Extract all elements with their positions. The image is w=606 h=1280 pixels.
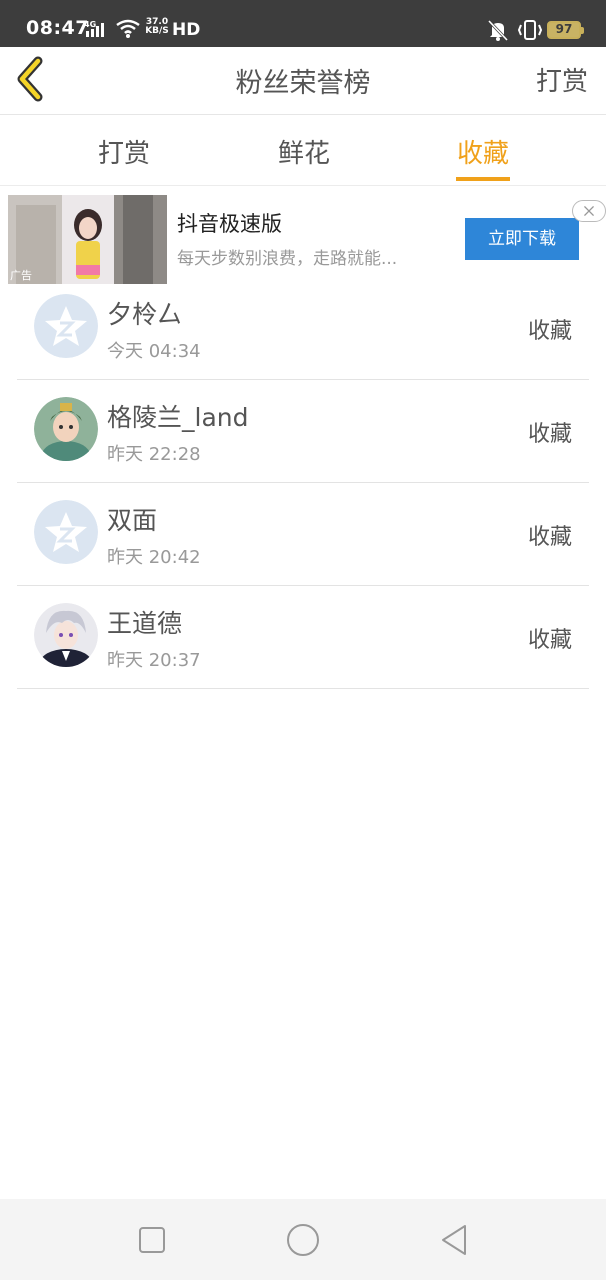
vibrate-icon (517, 20, 543, 40)
tab-label: 收藏 (456, 139, 509, 169)
wifi-icon (116, 19, 140, 38)
list-item[interactable]: 夕柃厶 今天 04:34 收藏 (17, 277, 589, 380)
row-action: 收藏 (527, 525, 572, 550)
tab-label: 打赏 (97, 139, 150, 169)
user-name: 格陵兰_land (107, 403, 249, 432)
list-item[interactable]: 双面 昨天 20:42 收藏 (17, 483, 589, 586)
user-time: 今天 04:34 (107, 341, 201, 362)
hd-label: HD (172, 20, 201, 40)
list-item[interactable]: 王道德 昨天 20:37 收藏 (17, 586, 589, 689)
user-time: 昨天 20:42 (107, 547, 201, 568)
user-avatar (34, 603, 98, 667)
row-action: 收藏 (527, 628, 572, 653)
row-action: 收藏 (527, 422, 572, 447)
active-tab-indicator (456, 177, 510, 181)
tab-flowers[interactable]: 鲜花 (277, 133, 331, 181)
close-icon[interactable] (572, 200, 606, 222)
network-speed: 37.0 KB/S (145, 18, 169, 36)
page-title: 粉丝荣誉榜 (235, 68, 371, 99)
ad-description: 每天步数别浪费，走路就能... (177, 249, 398, 269)
user-name: 王道德 (107, 609, 183, 638)
signal-icon: 4G (84, 20, 104, 37)
app-header: 粉丝荣誉榜 打赏 (0, 47, 606, 115)
tab-bar: 打赏 鲜花 收藏 (0, 115, 606, 186)
tab-reward[interactable]: 打赏 (97, 133, 151, 181)
home-icon[interactable] (286, 1223, 320, 1257)
list-item[interactable]: 格陵兰_land 昨天 22:28 收藏 (17, 380, 589, 483)
ad-image: 广告 (8, 195, 167, 284)
ad-download-button[interactable]: 立即下载 (465, 218, 579, 260)
ad-title: 抖音极速版 (177, 212, 282, 236)
system-nav-bar (0, 1199, 606, 1280)
mute-icon (487, 19, 509, 41)
battery-icon: 97 (547, 21, 584, 39)
user-avatar (34, 397, 98, 461)
svg-text:4G: 4G (84, 20, 96, 29)
tab-label: 鲜花 (277, 139, 330, 169)
default-avatar (34, 294, 98, 358)
user-time: 昨天 22:28 (107, 444, 201, 465)
status-time: 08:47 (26, 17, 89, 39)
user-time: 昨天 20:37 (107, 650, 201, 671)
reward-button[interactable]: 打赏 (536, 61, 588, 98)
tab-favorites[interactable]: 收藏 (456, 133, 510, 181)
battery-level: 97 (555, 22, 573, 36)
default-avatar (34, 500, 98, 564)
ad-banner[interactable]: 广告 抖音极速版 每天步数别浪费，走路就能... 立即下载 (0, 186, 606, 284)
recents-icon[interactable] (135, 1223, 169, 1257)
user-name: 双面 (107, 506, 158, 535)
row-action: 收藏 (527, 319, 572, 344)
speed-unit: KB/S (145, 26, 169, 36)
user-name: 夕柃厶 (107, 300, 183, 329)
status-bar: 08:47 4G 37.0 KB/S HD 97 (0, 0, 606, 47)
back-icon[interactable] (438, 1223, 472, 1257)
